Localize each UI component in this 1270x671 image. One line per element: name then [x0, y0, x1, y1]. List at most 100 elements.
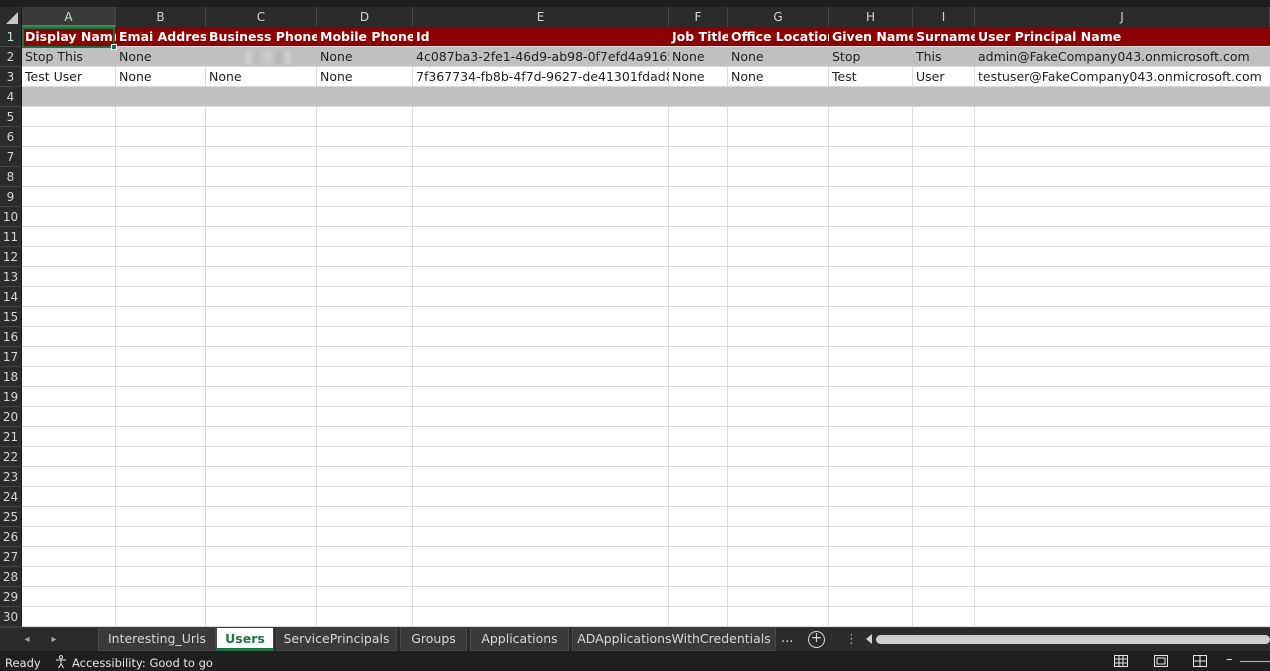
- accessibility-icon[interactable]: [54, 655, 68, 669]
- row-header[interactable]: 20: [0, 407, 22, 427]
- table-row: [22, 527, 1270, 547]
- table-cell[interactable]: This: [913, 47, 975, 67]
- table-cell[interactable]: User: [913, 67, 975, 87]
- row-header[interactable]: 17: [0, 347, 22, 367]
- column-header-b[interactable]: B: [116, 7, 206, 27]
- table-cell[interactable]: 7f367734-fb8b-4f7d-9627-de41301fdad8: [413, 67, 669, 87]
- row-header[interactable]: 21: [0, 427, 22, 447]
- row-header[interactable]: 12: [0, 247, 22, 267]
- scroll-left-icon[interactable]: [866, 634, 872, 644]
- sheet-tab-serviceprincipals[interactable]: ServicePrincipals: [276, 628, 397, 651]
- row-header[interactable]: 25: [0, 507, 22, 527]
- table-cell[interactable]: None: [728, 67, 829, 87]
- column-header-e[interactable]: E: [413, 7, 669, 27]
- row-header[interactable]: 5: [0, 107, 22, 127]
- row-header[interactable]: 11: [0, 227, 22, 247]
- table-cell[interactable]: 4c087ba3-2fe1-46d9-ab98-0f7efd4a9165: [413, 47, 669, 67]
- column-title[interactable]: Job Title: [669, 27, 728, 47]
- column-title[interactable]: Business Phones: [206, 27, 317, 47]
- page-layout-icon[interactable]: [1154, 655, 1168, 667]
- table-cell[interactable]: Test: [829, 67, 913, 87]
- row-header[interactable]: 9: [0, 187, 22, 207]
- table-cell[interactable]: None: [206, 67, 317, 87]
- table-cell[interactable]: None: [116, 67, 206, 87]
- fill-handle[interactable]: [111, 44, 117, 50]
- table-row: [22, 147, 1270, 167]
- row-header[interactable]: 6: [0, 127, 22, 147]
- column-header-h[interactable]: H: [829, 7, 913, 27]
- table-cell[interactable]: admin@FakeCompany043.onmicrosoft.com: [975, 47, 1270, 67]
- ribbon-edge: [0, 0, 1270, 7]
- column-title[interactable]: Office Location: [728, 27, 829, 47]
- row-header[interactable]: 14: [0, 287, 22, 307]
- row-header[interactable]: 16: [0, 327, 22, 347]
- row-header[interactable]: 19: [0, 387, 22, 407]
- row-header[interactable]: 7: [0, 147, 22, 167]
- row-header[interactable]: 29: [0, 587, 22, 607]
- row-header[interactable]: 24: [0, 487, 22, 507]
- split-handle-icon[interactable]: ⋮: [845, 632, 858, 647]
- row-header[interactable]: 13: [0, 267, 22, 287]
- table-cell[interactable]: Stop: [829, 47, 913, 67]
- row-header[interactable]: 8: [0, 167, 22, 187]
- sheet-tab-adapplicationswithcredentials[interactable]: ADApplicationsWithCredentials: [572, 628, 776, 651]
- table-cell[interactable]: None: [728, 47, 829, 67]
- table-cell[interactable]: None: [669, 47, 728, 67]
- row-header[interactable]: 3: [0, 67, 22, 87]
- row-header[interactable]: 23: [0, 467, 22, 487]
- column-title[interactable]: Display Name: [22, 27, 116, 47]
- spreadsheet-grid[interactable]: ABCDEFGHIJ 1 2 3 4 5 6 7 8 9 10 11 12 13 14 15 16 17 18 19…: [0, 0, 1270, 627]
- column-header-a[interactable]: A: [22, 7, 116, 27]
- table-row: [22, 187, 1270, 207]
- row-header[interactable]: 1: [0, 27, 22, 47]
- row-header[interactable]: 4: [0, 87, 22, 107]
- row-header[interactable]: 10: [0, 207, 22, 227]
- column-header-i[interactable]: I: [913, 7, 975, 27]
- row-header[interactable]: 27: [0, 547, 22, 567]
- column-header-j[interactable]: J: [975, 7, 1270, 27]
- sheet-tab-applications[interactable]: Applications: [470, 628, 569, 651]
- sheet-tab-groups[interactable]: Groups: [400, 628, 467, 651]
- row-header[interactable]: 15: [0, 307, 22, 327]
- table-cell[interactable]: Stop This: [22, 47, 116, 67]
- column-header-g[interactable]: G: [728, 7, 829, 27]
- select-all-button[interactable]: [0, 7, 22, 27]
- column-title[interactable]: Emai Address: [116, 27, 206, 47]
- table-row: [22, 107, 1270, 127]
- sheet-tab-users[interactable]: Users: [216, 628, 274, 651]
- column-header-f[interactable]: F: [669, 7, 728, 27]
- table-cell[interactable]: None: [116, 47, 206, 67]
- table-row: [22, 127, 1270, 147]
- column-title[interactable]: Mobile Phone: [317, 27, 413, 47]
- normal-view-icon[interactable]: [1114, 655, 1128, 667]
- next-sheet-icon[interactable]: ▸: [45, 631, 63, 649]
- table-cell[interactable]: None: [317, 47, 413, 67]
- more-sheets-button[interactable]: ...: [781, 631, 793, 646]
- column-title[interactable]: Id: [413, 27, 669, 47]
- table-cell[interactable]: None: [317, 67, 413, 87]
- horizontal-scrollbar[interactable]: [876, 635, 1270, 644]
- row-header[interactable]: 28: [0, 567, 22, 587]
- column-title[interactable]: Surname: [913, 27, 975, 47]
- column-title[interactable]: Given Name: [829, 27, 913, 47]
- column-title[interactable]: User Principal Name: [975, 27, 1270, 47]
- row-header[interactable]: 2: [0, 47, 22, 67]
- row-header[interactable]: 18: [0, 367, 22, 387]
- row-header[interactable]: 26: [0, 527, 22, 547]
- sheet-tab-interesting_urls[interactable]: Interesting_Urls: [98, 628, 216, 651]
- table-cell[interactable]: Test User: [22, 67, 116, 87]
- zoom-slider[interactable]: [1240, 661, 1270, 662]
- accessibility-status[interactable]: Accessibility: Good to go: [72, 656, 213, 670]
- column-header-d[interactable]: D: [317, 7, 413, 27]
- prev-sheet-icon[interactable]: ◂: [18, 631, 36, 649]
- column-header-c[interactable]: C: [206, 7, 317, 27]
- table-cell[interactable]: [206, 47, 317, 67]
- page-break-preview-icon[interactable]: [1193, 655, 1207, 667]
- row-header[interactable]: 30: [0, 607, 22, 627]
- row-header[interactable]: 22: [0, 447, 22, 467]
- zoom-out-button[interactable]: –: [1226, 652, 1233, 667]
- table-cell[interactable]: None: [669, 67, 728, 87]
- table-cell[interactable]: testuser@FakeCompany043.onmicrosoft.com: [975, 67, 1270, 87]
- add-sheet-icon[interactable]: +: [808, 631, 825, 648]
- table-row: [22, 247, 1270, 267]
